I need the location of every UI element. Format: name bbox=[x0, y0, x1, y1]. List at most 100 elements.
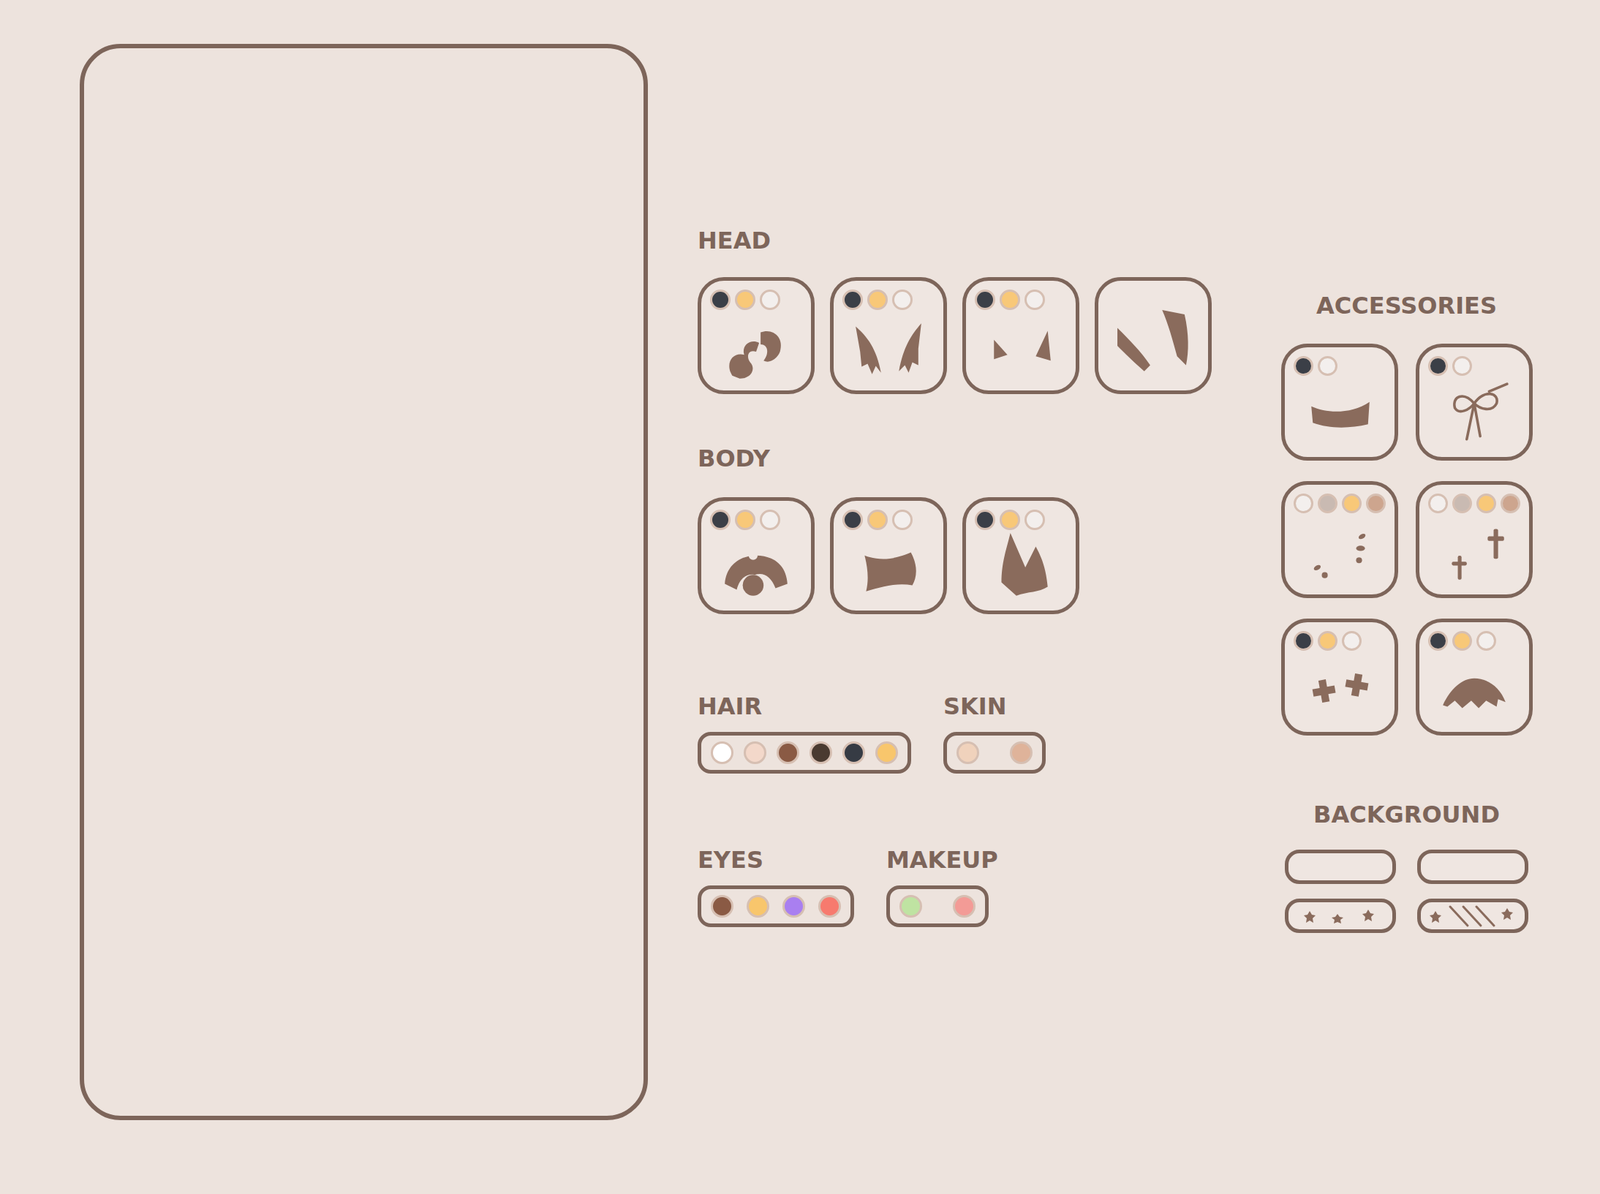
color-swatch[interactable] bbox=[1009, 741, 1033, 765]
color-dot[interactable] bbox=[1317, 631, 1338, 651]
color-dot[interactable] bbox=[734, 289, 756, 311]
swatch-label: SKIN bbox=[943, 692, 1046, 721]
color-dot[interactable] bbox=[1293, 631, 1314, 651]
color-dot[interactable] bbox=[759, 509, 781, 531]
color-dot[interactable] bbox=[1476, 631, 1497, 651]
color-dot[interactable] bbox=[892, 289, 913, 311]
color-dot[interactable] bbox=[1428, 493, 1448, 514]
color-options bbox=[1293, 356, 1386, 377]
accessories-panel: ACCESSORIES BACKGROUND bbox=[1281, 291, 1532, 934]
color-swatch[interactable] bbox=[776, 741, 800, 765]
character-creator: HEADBODYHAIRSKINEYESMAKEUPACCESSORIESBAC… bbox=[0, 0, 1600, 1194]
color-dot[interactable] bbox=[1365, 493, 1386, 514]
color-options bbox=[710, 289, 803, 311]
color-dot[interactable] bbox=[867, 509, 888, 531]
color-swatch[interactable] bbox=[809, 741, 833, 765]
color-swatch[interactable] bbox=[842, 741, 866, 765]
color-swatch[interactable] bbox=[952, 895, 976, 918]
color-options bbox=[1428, 493, 1521, 515]
color-options bbox=[842, 289, 935, 311]
color-swatch[interactable] bbox=[899, 895, 923, 918]
color-dot[interactable] bbox=[1428, 631, 1448, 651]
color-dot[interactable] bbox=[999, 289, 1021, 311]
color-dot[interactable] bbox=[1452, 493, 1473, 514]
background-option[interactable] bbox=[1284, 898, 1396, 934]
background-option[interactable] bbox=[1284, 849, 1396, 885]
color-dot[interactable] bbox=[1476, 493, 1497, 514]
head-tile[interactable] bbox=[829, 277, 947, 395]
color-dot[interactable] bbox=[867, 289, 888, 311]
color-options bbox=[842, 509, 935, 531]
accessory-tile[interactable] bbox=[1281, 481, 1399, 599]
color-swatch[interactable] bbox=[710, 741, 734, 765]
body-tile[interactable] bbox=[829, 497, 947, 615]
head-tile[interactable] bbox=[697, 277, 815, 395]
color-dot[interactable] bbox=[1293, 356, 1314, 376]
color-dot[interactable] bbox=[1341, 631, 1362, 651]
color-dot[interactable] bbox=[1452, 356, 1473, 376]
swatch-label: EYES bbox=[697, 846, 855, 874]
accessory-tile[interactable] bbox=[1415, 481, 1533, 599]
color-dot[interactable] bbox=[974, 289, 996, 311]
swatch-row: EYES MAKEUP bbox=[697, 846, 1247, 928]
color-dot[interactable] bbox=[710, 289, 731, 311]
options-panel: HEADBODYHAIRSKINEYESMAKEUP bbox=[697, 226, 1247, 928]
stars-pattern-icon bbox=[1296, 905, 1385, 928]
swatch-bar bbox=[697, 731, 912, 774]
wings-icon bbox=[842, 310, 935, 385]
color-dot[interactable] bbox=[1293, 493, 1314, 514]
color-dot[interactable] bbox=[1428, 356, 1448, 376]
color-dot[interactable] bbox=[1024, 289, 1045, 311]
swatch-label: HAIR bbox=[697, 692, 912, 721]
color-dot[interactable] bbox=[1317, 493, 1338, 514]
color-swatch[interactable] bbox=[746, 895, 770, 918]
accessory-tile[interactable] bbox=[1281, 618, 1399, 736]
top-icon bbox=[842, 530, 935, 605]
color-swatch[interactable] bbox=[818, 895, 841, 918]
cape-icon bbox=[1428, 651, 1521, 727]
hoodie-icon bbox=[710, 530, 803, 605]
head-tile[interactable] bbox=[962, 277, 1080, 395]
head-tile[interactable] bbox=[1094, 277, 1212, 395]
color-options bbox=[1428, 631, 1521, 652]
color-swatch[interactable] bbox=[782, 895, 806, 918]
color-dot[interactable] bbox=[842, 289, 863, 311]
color-dot[interactable] bbox=[1317, 356, 1338, 376]
swatch-row: HAIR SKIN bbox=[697, 692, 1247, 774]
color-options bbox=[974, 289, 1067, 311]
color-dot[interactable] bbox=[1341, 493, 1362, 514]
bandages-icon bbox=[1293, 651, 1386, 727]
color-dot[interactable] bbox=[892, 509, 913, 531]
background-option[interactable] bbox=[1417, 898, 1529, 934]
accessories-label: ACCESSORIES bbox=[1316, 291, 1497, 320]
accessory-tile[interactable] bbox=[1415, 343, 1533, 461]
color-dot[interactable] bbox=[759, 289, 781, 311]
color-dot[interactable] bbox=[974, 509, 996, 531]
blush-icon bbox=[1293, 514, 1386, 589]
accessory-tile[interactable] bbox=[1281, 343, 1399, 461]
background-options bbox=[1284, 849, 1529, 934]
color-dot[interactable] bbox=[999, 509, 1021, 531]
color-options bbox=[974, 509, 1067, 531]
hair-icon bbox=[1107, 310, 1200, 385]
color-dot[interactable] bbox=[710, 509, 731, 531]
swatch-group: MAKEUP bbox=[886, 846, 999, 928]
color-options bbox=[1428, 356, 1521, 377]
color-options bbox=[1107, 289, 1200, 311]
accessory-tile[interactable] bbox=[1415, 618, 1533, 736]
background-option[interactable] bbox=[1417, 849, 1529, 885]
color-dot[interactable] bbox=[734, 509, 756, 531]
body-tile[interactable] bbox=[697, 497, 815, 615]
color-swatch[interactable] bbox=[956, 741, 980, 765]
background-label: BACKGROUND bbox=[1313, 800, 1500, 829]
color-swatch[interactable] bbox=[875, 741, 898, 765]
stripes-pattern-icon bbox=[1425, 903, 1521, 929]
color-dot[interactable] bbox=[1452, 631, 1473, 651]
color-dot[interactable] bbox=[1500, 493, 1521, 514]
color-dot[interactable] bbox=[842, 509, 863, 531]
color-swatch[interactable] bbox=[710, 895, 734, 918]
color-dot[interactable] bbox=[1024, 509, 1045, 531]
color-swatch[interactable] bbox=[743, 741, 767, 765]
body-tile[interactable] bbox=[962, 497, 1080, 615]
swatch-label: MAKEUP bbox=[886, 846, 999, 874]
